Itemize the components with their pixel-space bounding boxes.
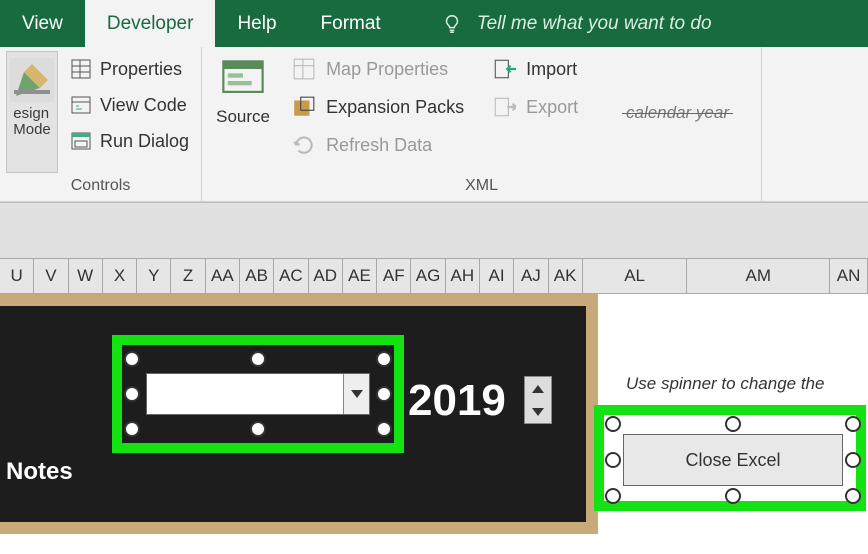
tab-view[interactable]: View (0, 0, 85, 47)
export-label: Export (526, 97, 578, 118)
selection-handle[interactable] (605, 452, 621, 468)
notes-heading: Notes (6, 458, 73, 486)
column-header[interactable]: AF (377, 259, 411, 293)
refresh-data-label: Refresh Data (326, 135, 432, 156)
selection-handle[interactable] (376, 421, 392, 437)
column-header[interactable]: AA (206, 259, 240, 293)
column-header[interactable]: AE (343, 259, 377, 293)
refresh-data-button: Refresh Data (288, 127, 468, 163)
combobox-selection[interactable] (132, 359, 384, 429)
selection-handle[interactable] (376, 386, 392, 402)
group-xml: Source Map Properties Expansion Packs Re… (202, 47, 762, 201)
map-properties-icon (292, 57, 316, 81)
import-button[interactable]: Import (488, 51, 582, 87)
column-header[interactable]: AN (830, 259, 868, 293)
source-label: Source (216, 107, 270, 127)
ribbon-tabs: View Developer Help Format Tell me what … (0, 0, 868, 47)
column-header[interactable]: AL (583, 259, 688, 293)
selection-handle[interactable] (605, 488, 621, 504)
map-properties-label: Map Properties (326, 59, 448, 80)
view-code-icon (70, 94, 92, 116)
tell-me-placeholder: Tell me what you want to do (477, 13, 712, 35)
tab-developer[interactable]: Developer (85, 0, 216, 47)
import-icon (492, 57, 516, 81)
design-mode-button[interactable]: esignMode (6, 51, 58, 173)
expansion-packs-button[interactable]: Expansion Packs (288, 89, 468, 125)
properties-button[interactable]: Properties (64, 51, 195, 87)
column-header[interactable]: Z (171, 259, 205, 293)
run-dialog-icon (70, 130, 92, 152)
design-mode-icon (10, 58, 54, 102)
refresh-icon (292, 133, 316, 157)
column-header[interactable]: Y (137, 259, 171, 293)
spinner-up-button[interactable] (525, 377, 551, 400)
column-header[interactable]: AC (274, 259, 308, 293)
run-dialog-button[interactable]: Run Dialog (64, 123, 195, 159)
view-code-button[interactable]: View Code (64, 87, 195, 123)
selection-handle[interactable] (250, 421, 266, 437)
lightbulb-icon (441, 13, 463, 35)
combobox-control[interactable] (146, 373, 370, 415)
column-header[interactable]: W (69, 259, 103, 293)
column-headers[interactable]: UVWXYZAAABACADAEAFAGAHAIAJAKALAMAN (0, 258, 868, 294)
year-spinner[interactable] (524, 376, 552, 424)
selection-handle[interactable] (124, 421, 140, 437)
properties-label: Properties (100, 59, 182, 80)
selection-handle[interactable] (845, 416, 861, 432)
hint-text-line1: Use spinner to change the (626, 372, 856, 397)
column-header[interactable]: X (103, 259, 137, 293)
run-dialog-label: Run Dialog (100, 131, 189, 152)
selection-handle[interactable] (725, 416, 741, 432)
column-header[interactable]: AB (240, 259, 274, 293)
tab-help[interactable]: Help (215, 0, 298, 47)
expansion-packs-label: Expansion Packs (326, 97, 464, 118)
spinner-down-button[interactable] (525, 400, 551, 423)
column-header[interactable]: AI (480, 259, 514, 293)
selection-handle[interactable] (250, 351, 266, 367)
selection-handle[interactable] (845, 488, 861, 504)
controls-group-label: Controls (0, 173, 201, 201)
export-icon (492, 95, 516, 119)
selection-handle[interactable] (605, 416, 621, 432)
map-properties-button: Map Properties (288, 51, 468, 87)
column-header[interactable]: AM (687, 259, 830, 293)
combobox-dropdown-button[interactable] (343, 374, 369, 414)
import-label: Import (526, 59, 577, 80)
selection-handle[interactable] (376, 351, 392, 367)
column-header[interactable]: V (34, 259, 68, 293)
design-mode-label-1: esign (13, 105, 49, 122)
selection-handle[interactable] (124, 386, 140, 402)
column-header[interactable]: AH (446, 259, 480, 293)
group-controls: esignMode Properties View Code Run Dialo… (0, 47, 202, 201)
selection-handle[interactable] (124, 351, 140, 367)
formula-bar-area (0, 202, 868, 258)
selection-handle[interactable] (725, 488, 741, 504)
ribbon-body: esignMode Properties View Code Run Dialo… (0, 47, 868, 202)
view-code-label: View Code (100, 95, 187, 116)
tab-format[interactable]: Format (299, 0, 403, 47)
tell-me-search[interactable]: Tell me what you want to do (403, 0, 712, 47)
column-header[interactable]: AD (309, 259, 343, 293)
column-header[interactable]: AK (549, 259, 583, 293)
xml-group-label: XML (202, 173, 761, 201)
column-header[interactable]: AG (411, 259, 445, 293)
design-mode-label-2: Mode (13, 121, 51, 138)
selection-handle[interactable] (845, 452, 861, 468)
source-icon (219, 57, 267, 101)
source-button[interactable]: Source (208, 51, 278, 173)
column-header[interactable]: AJ (514, 259, 548, 293)
close-excel-button[interactable]: Close Excel (623, 434, 843, 486)
year-label: 2019 (408, 376, 506, 426)
expansion-packs-icon (292, 95, 316, 119)
export-button: Export (488, 89, 582, 125)
column-header[interactable]: U (0, 259, 34, 293)
hint-text-line2: calendar year (626, 103, 729, 123)
close-button-selection[interactable]: Close Excel (613, 424, 853, 496)
properties-icon (70, 58, 92, 80)
